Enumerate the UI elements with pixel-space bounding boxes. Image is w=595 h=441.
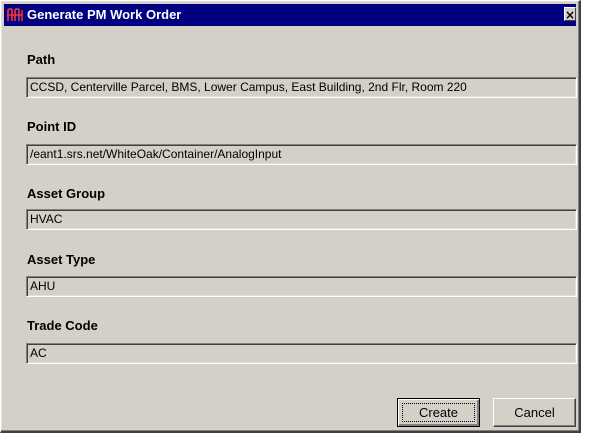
trade-code-label: Trade Code — [27, 318, 98, 333]
path-field[interactable]: CCSD, Centerville Parcel, BMS, Lower Cam… — [26, 77, 577, 98]
asset-type-label: Asset Type — [27, 252, 96, 267]
create-button-label: Create — [418, 405, 459, 420]
trade-code-field[interactable]: AC — [26, 343, 577, 364]
path-label: Path — [27, 52, 56, 67]
cancel-button-label: Cancel — [514, 405, 555, 420]
title-bar[interactable]: Generate PM Work Order × — [4, 4, 576, 26]
point-id-field[interactable]: /eant1.srs.net/WhiteOak/Container/Analog… — [26, 144, 577, 165]
asset-group-label: Asset Group — [27, 186, 106, 201]
asset-group-field[interactable]: HVAC — [26, 209, 577, 230]
cancel-button[interactable]: Cancel — [493, 398, 576, 427]
window-title: Generate PM Work Order — [27, 7, 182, 22]
point-id-label: Point ID — [27, 119, 77, 134]
app-logo-icon — [6, 7, 24, 23]
asset-type-field[interactable]: AHU — [26, 276, 577, 297]
generate-pm-work-order-dialog: Generate PM Work Order × Path CCSD, Cent… — [0, 0, 581, 433]
create-button[interactable]: Create — [397, 398, 480, 427]
close-icon[interactable]: × — [564, 7, 576, 22]
